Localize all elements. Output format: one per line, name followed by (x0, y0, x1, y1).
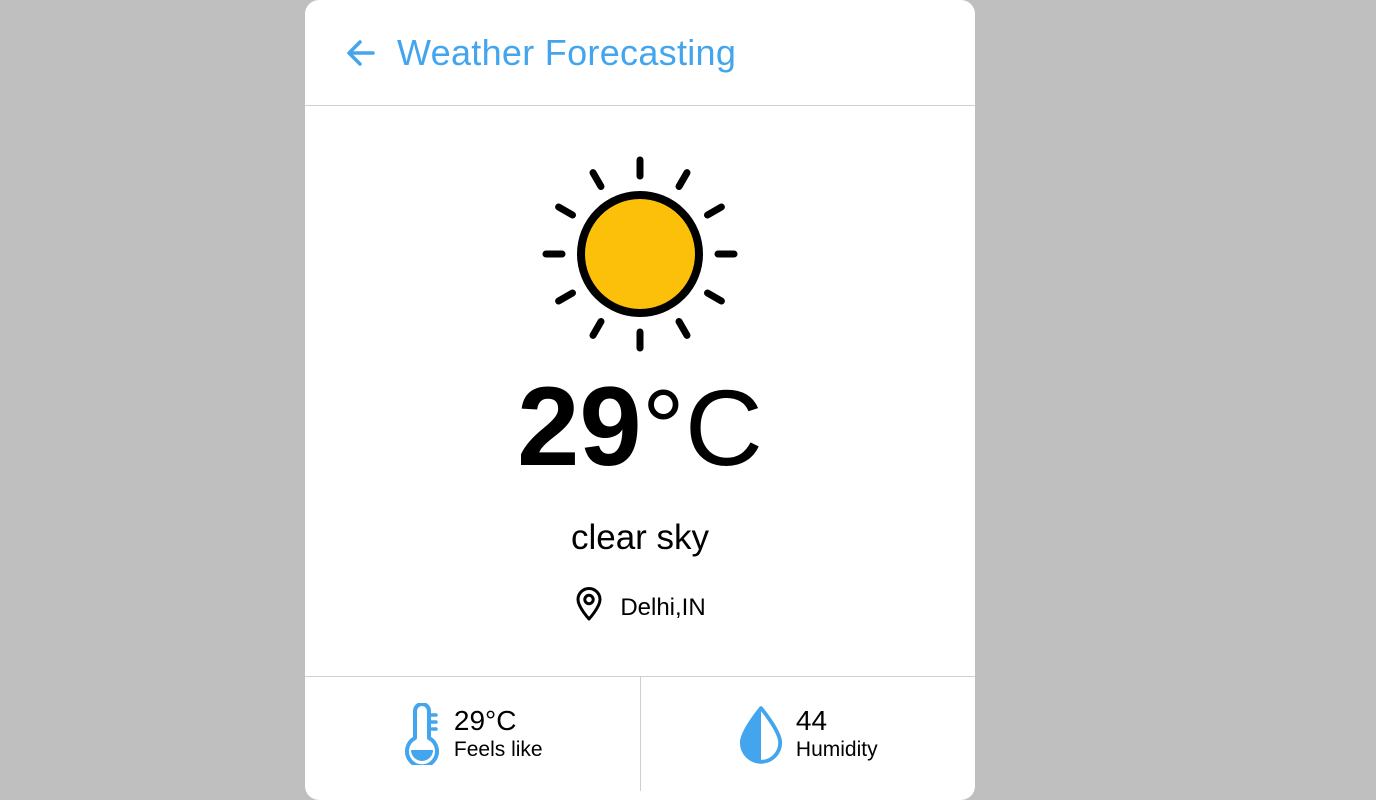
location: Delhi,IN (305, 586, 975, 622)
droplet-icon (739, 706, 782, 764)
arrow-left-icon (347, 39, 375, 66)
weather-description: clear sky (570, 518, 710, 557)
thermometer-icon (404, 703, 439, 765)
weather-details: 29°C Feels like 44 Humidity (305, 677, 975, 791)
humidity-label: Humidity (795, 738, 878, 761)
back-button[interactable] (343, 35, 379, 71)
weather-card: Weather Forecasting 29°C clear sky Delhi… (305, 0, 975, 800)
app-header: Weather Forecasting (305, 0, 975, 106)
current-weather: 29°C clear sky Delhi,IN (305, 106, 975, 677)
feels-like-value: 29°C (453, 705, 517, 736)
feels-like-stat: 29°C Feels like (305, 677, 640, 791)
sun-icon (542, 156, 738, 352)
temperature-unit: °C (641, 367, 763, 488)
feels-like-label: Feels like (453, 738, 543, 761)
humidity-stat: 44 Humidity (639, 677, 976, 791)
current-temperature: 29°C (305, 371, 975, 483)
location-name: Delhi,IN (620, 594, 706, 621)
temperature-value: 29 (517, 364, 642, 489)
humidity-value: 44 (795, 705, 828, 736)
map-pin-icon (576, 587, 602, 621)
page-title: Weather Forecasting (397, 31, 737, 73)
